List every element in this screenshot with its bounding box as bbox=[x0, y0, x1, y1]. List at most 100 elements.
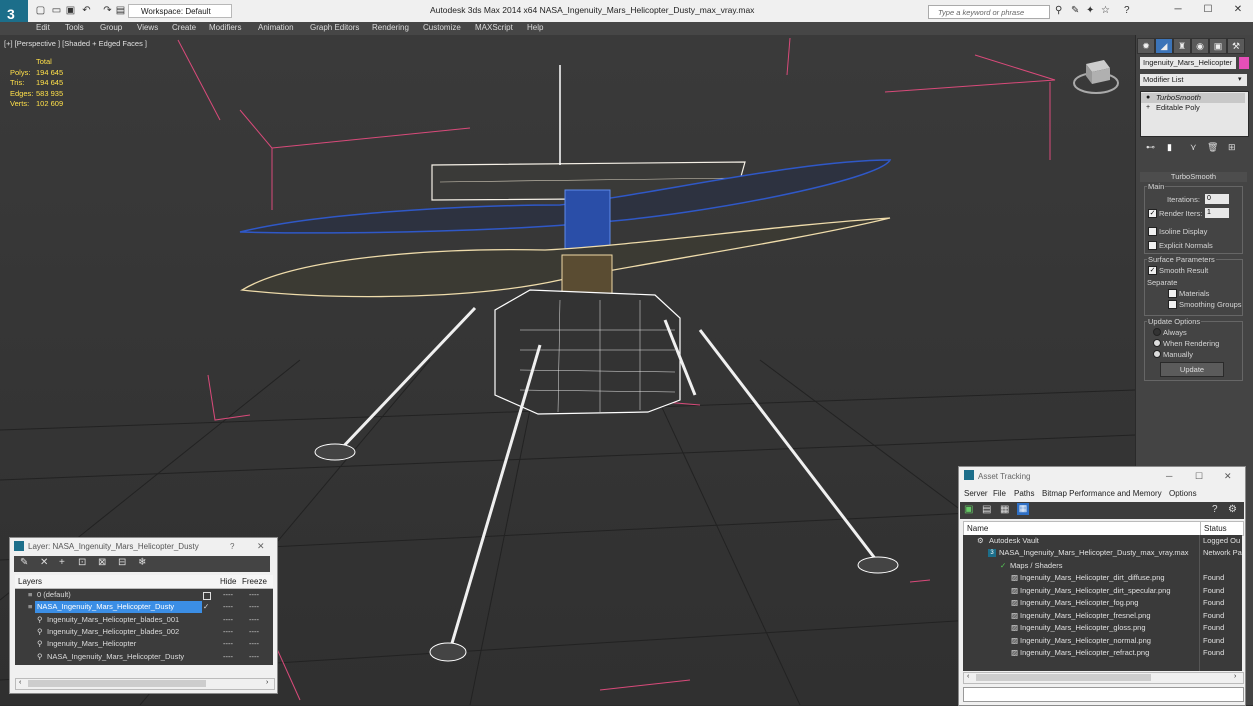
menu-rendering[interactable]: Rendering bbox=[372, 23, 409, 32]
name-column[interactable]: Name bbox=[967, 524, 988, 533]
undo-icon[interactable]: ↶ bbox=[80, 4, 93, 17]
show-end-result-icon[interactable]: ▮ bbox=[1167, 142, 1172, 153]
menu-group[interactable]: Group bbox=[100, 23, 122, 32]
stack-item-editable-poly[interactable]: Editable Poly bbox=[1141, 103, 1245, 113]
make-unique-icon[interactable]: ⋎ bbox=[1190, 142, 1197, 153]
freeze-toggle[interactable]: ---- bbox=[249, 601, 259, 613]
menu-customize[interactable]: Customize bbox=[423, 23, 461, 32]
asset-menu-paths[interactable]: Paths bbox=[1014, 489, 1034, 498]
grid-view-icon[interactable]: ▦ bbox=[1017, 503, 1029, 515]
maximize-button[interactable]: ☐ bbox=[1193, 2, 1223, 18]
help-icon[interactable]: ? bbox=[1212, 504, 1218, 515]
asset-row[interactable]: ⚙ Autodesk Vault Logged Ou bbox=[963, 535, 1242, 547]
open-file-icon[interactable]: ▭ bbox=[50, 4, 63, 17]
freeze-toggle[interactable]: ---- bbox=[249, 651, 259, 663]
asset-row[interactable]: ▨ Ingenuity_Mars_Helicopter_dirt_diffuse… bbox=[963, 572, 1242, 584]
freeze-all-icon[interactable]: ❄ bbox=[138, 557, 146, 568]
exchange-icon[interactable]: ✦ bbox=[1086, 5, 1094, 16]
table-view-icon[interactable]: ▦ bbox=[1000, 504, 1009, 515]
stack-item-turbosmooth[interactable]: TurboSmooth bbox=[1141, 93, 1245, 103]
layer-row[interactable]: ≡ 0 (default) ---- ---- bbox=[15, 589, 273, 601]
pin-stack-icon[interactable]: ⊷ bbox=[1146, 142, 1155, 153]
asset-menu-bitmap-performance[interactable]: Bitmap Performance and Memory bbox=[1042, 489, 1162, 498]
layer-row[interactable]: ⚲ NASA_Ingenuity_Mars_Helicopter_Dusty -… bbox=[15, 651, 273, 663]
remove-modifier-icon[interactable]: 🗑︎ bbox=[1207, 142, 1218, 153]
select-objects-icon[interactable]: ⊡ bbox=[78, 557, 86, 568]
asset-maximize-button[interactable]: ☐ bbox=[1195, 471, 1203, 482]
materials-checkbox[interactable] bbox=[1168, 289, 1177, 298]
explicit-normals-checkbox[interactable] bbox=[1148, 241, 1157, 250]
freeze-toggle[interactable]: ---- bbox=[249, 589, 259, 601]
hide-all-icon[interactable]: ⊟ bbox=[118, 557, 126, 568]
help-button[interactable]: ? bbox=[1124, 5, 1130, 16]
menu-animation[interactable]: Animation bbox=[258, 23, 294, 32]
render-iters-checkbox[interactable]: ✓ bbox=[1148, 209, 1157, 218]
create-layer-icon[interactable]: ✎ bbox=[20, 557, 28, 568]
create-tab-icon[interactable]: ✹ bbox=[1137, 38, 1155, 54]
freeze-column[interactable]: Freeze bbox=[242, 577, 267, 586]
current-layer-icon[interactable] bbox=[203, 592, 211, 600]
redo-icon[interactable]: ↷ bbox=[101, 4, 114, 17]
layers-column[interactable]: Layers bbox=[18, 577, 42, 586]
menu-edit[interactable]: Edit bbox=[36, 23, 50, 32]
layer-horizontal-scrollbar[interactable]: ‹ › bbox=[15, 678, 275, 690]
freeze-toggle[interactable]: ---- bbox=[249, 614, 259, 626]
asset-horizontal-scrollbar[interactable]: ‹ › bbox=[963, 672, 1244, 684]
smoothing-groups-checkbox[interactable] bbox=[1168, 300, 1177, 309]
layer-row[interactable]: ⚲ Ingenuity_Mars_Helicopter_blades_002 -… bbox=[15, 626, 273, 638]
lightbulb-icon[interactable]: ● bbox=[1146, 94, 1150, 101]
layer-close-button[interactable]: ✕ bbox=[257, 541, 265, 552]
highlight-layer-icon[interactable]: ⊠ bbox=[98, 557, 106, 568]
hide-toggle[interactable]: ---- bbox=[223, 614, 233, 626]
asset-row[interactable]: ✓ Maps / Shaders bbox=[963, 560, 1242, 572]
configure-sets-icon[interactable]: ⊞ bbox=[1228, 142, 1236, 153]
asset-row[interactable]: ▨ Ingenuity_Mars_Helicopter_fresnel.png … bbox=[963, 610, 1242, 622]
new-file-icon[interactable]: ▢ bbox=[34, 4, 47, 17]
scroll-left-icon[interactable]: ‹ bbox=[967, 673, 969, 680]
scroll-thumb[interactable] bbox=[976, 674, 1151, 681]
asset-row[interactable]: 3 NASA_Ingenuity_Mars_Helicopter_Dusty_m… bbox=[963, 547, 1242, 559]
asset-row[interactable]: ▨ Ingenuity_Mars_Helicopter_normal.png F… bbox=[963, 635, 1242, 647]
asset-menu-server[interactable]: Server bbox=[964, 489, 988, 498]
asset-close-button[interactable]: ✕ bbox=[1224, 471, 1232, 482]
manually-radio[interactable] bbox=[1153, 350, 1161, 358]
hierarchy-tab-icon[interactable]: ♜ bbox=[1173, 38, 1191, 54]
modifier-list-dropdown[interactable]: Modifier List bbox=[1140, 74, 1247, 86]
asset-menu-file[interactable]: File bbox=[993, 489, 1006, 498]
menu-tools[interactable]: Tools bbox=[65, 23, 84, 32]
status-column[interactable]: Status bbox=[1204, 524, 1227, 533]
hide-toggle[interactable]: ---- bbox=[223, 638, 233, 650]
menu-create[interactable]: Create bbox=[172, 23, 196, 32]
asset-row[interactable]: ▨ Ingenuity_Mars_Helicopter_gloss.png Fo… bbox=[963, 622, 1242, 634]
column-divider[interactable] bbox=[1200, 522, 1201, 535]
scroll-right-icon[interactable]: › bbox=[266, 679, 268, 686]
layer-row[interactable]: ⚲ Ingenuity_Mars_Helicopter_blades_001 -… bbox=[15, 614, 273, 626]
always-radio[interactable] bbox=[1153, 328, 1161, 336]
viewport-label[interactable]: [+] [Perspective ] [Shaded + Edged Faces… bbox=[4, 39, 147, 48]
search-input[interactable]: Type a keyword or phrase bbox=[928, 5, 1050, 19]
freeze-toggle[interactable]: ---- bbox=[249, 626, 259, 638]
asset-menu-options[interactable]: Options bbox=[1169, 489, 1197, 498]
utilities-tab-icon[interactable]: ⚒ bbox=[1227, 38, 1245, 54]
asset-minimize-button[interactable]: ─ bbox=[1166, 471, 1172, 481]
key-icon[interactable]: ✎ bbox=[1071, 5, 1079, 16]
workspace-dropdown[interactable]: Workspace: Default bbox=[128, 4, 232, 18]
scroll-thumb[interactable] bbox=[28, 680, 206, 687]
hide-toggle[interactable]: ---- bbox=[223, 601, 233, 613]
layer-help-button[interactable]: ? bbox=[230, 542, 234, 551]
layer-row[interactable]: ⚲ Ingenuity_Mars_Helicopter ---- ---- bbox=[15, 638, 273, 650]
when-rendering-radio[interactable] bbox=[1153, 339, 1161, 347]
view-cube[interactable] bbox=[1073, 60, 1119, 94]
binoculars-icon[interactable]: ⚲ bbox=[1055, 5, 1062, 16]
hide-toggle[interactable]: ---- bbox=[223, 626, 233, 638]
current-layer-checkmark-icon[interactable]: ✓ bbox=[203, 601, 209, 613]
render-iters-spinner[interactable]: 1 bbox=[1205, 208, 1229, 218]
save-file-icon[interactable]: ▣ bbox=[64, 4, 77, 17]
modify-tab-icon[interactable]: ◢ bbox=[1155, 38, 1173, 54]
delete-layer-icon[interactable]: ✕ bbox=[40, 557, 48, 568]
freeze-toggle[interactable]: ---- bbox=[249, 638, 259, 650]
close-button[interactable]: ✕ bbox=[1223, 2, 1253, 18]
turbosmooth-rollout-title[interactable]: TurboSmooth bbox=[1140, 172, 1247, 182]
asset-row[interactable]: ▨ Ingenuity_Mars_Helicopter_fog.png Foun… bbox=[963, 597, 1242, 609]
menu-modifiers[interactable]: Modifiers bbox=[209, 23, 241, 32]
